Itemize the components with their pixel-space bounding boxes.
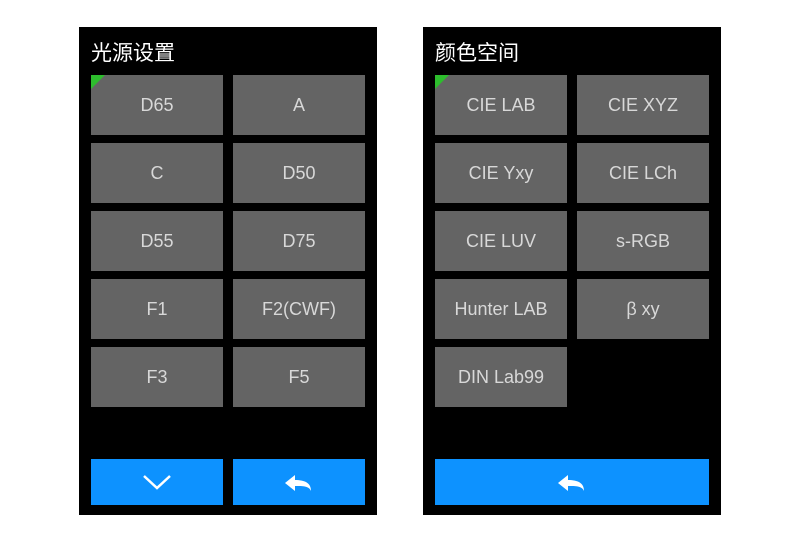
option-cie-yxy[interactable]: CIE Yxy xyxy=(435,143,567,203)
back-arrow-icon xyxy=(554,471,590,493)
option-beta-xy[interactable]: β xy xyxy=(577,279,709,339)
options-grid: D65 A C D50 D55 D75 F1 F2(CWF) F3 F5 xyxy=(91,75,365,407)
chevron-down-icon xyxy=(140,472,174,492)
option-cie-lch[interactable]: CIE LCh xyxy=(577,143,709,203)
option-f3[interactable]: F3 xyxy=(91,347,223,407)
option-f1[interactable]: F1 xyxy=(91,279,223,339)
option-cie-luv[interactable]: CIE LUV xyxy=(435,211,567,271)
option-hunter-lab[interactable]: Hunter LAB xyxy=(435,279,567,339)
option-d55[interactable]: D55 xyxy=(91,211,223,271)
option-c[interactable]: C xyxy=(91,143,223,203)
options-grid: CIE LAB CIE XYZ CIE Yxy CIE LCh CIE LUV … xyxy=(435,75,709,407)
option-d65[interactable]: D65 xyxy=(91,75,223,135)
footer-bar xyxy=(423,459,721,515)
options-area: CIE LAB CIE XYZ CIE Yxy CIE LCh CIE LUV … xyxy=(423,75,721,459)
options-area: D65 A C D50 D55 D75 F1 F2(CWF) F3 F5 xyxy=(79,75,377,459)
option-d50[interactable]: D50 xyxy=(233,143,365,203)
option-a[interactable]: A xyxy=(233,75,365,135)
back-button[interactable] xyxy=(233,459,365,505)
option-d75[interactable]: D75 xyxy=(233,211,365,271)
selected-marker-icon xyxy=(435,75,449,89)
panel-title: 光源设置 xyxy=(79,27,377,75)
option-din-lab99[interactable]: DIN Lab99 xyxy=(435,347,567,407)
option-cie-xyz[interactable]: CIE XYZ xyxy=(577,75,709,135)
option-srgb[interactable]: s-RGB xyxy=(577,211,709,271)
back-arrow-icon xyxy=(281,471,317,493)
selected-marker-icon xyxy=(91,75,105,89)
back-button[interactable] xyxy=(435,459,709,505)
option-f2cwf[interactable]: F2(CWF) xyxy=(233,279,365,339)
footer-bar xyxy=(79,459,377,515)
panel-title: 颜色空间 xyxy=(423,27,721,75)
option-f5[interactable]: F5 xyxy=(233,347,365,407)
light-source-panel: 光源设置 D65 A C D50 D55 D75 F1 F2(CWF) F3 F… xyxy=(79,27,377,515)
color-space-panel: 颜色空间 CIE LAB CIE XYZ CIE Yxy CIE LCh CIE… xyxy=(423,27,721,515)
scroll-down-button[interactable] xyxy=(91,459,223,505)
option-cie-lab[interactable]: CIE LAB xyxy=(435,75,567,135)
